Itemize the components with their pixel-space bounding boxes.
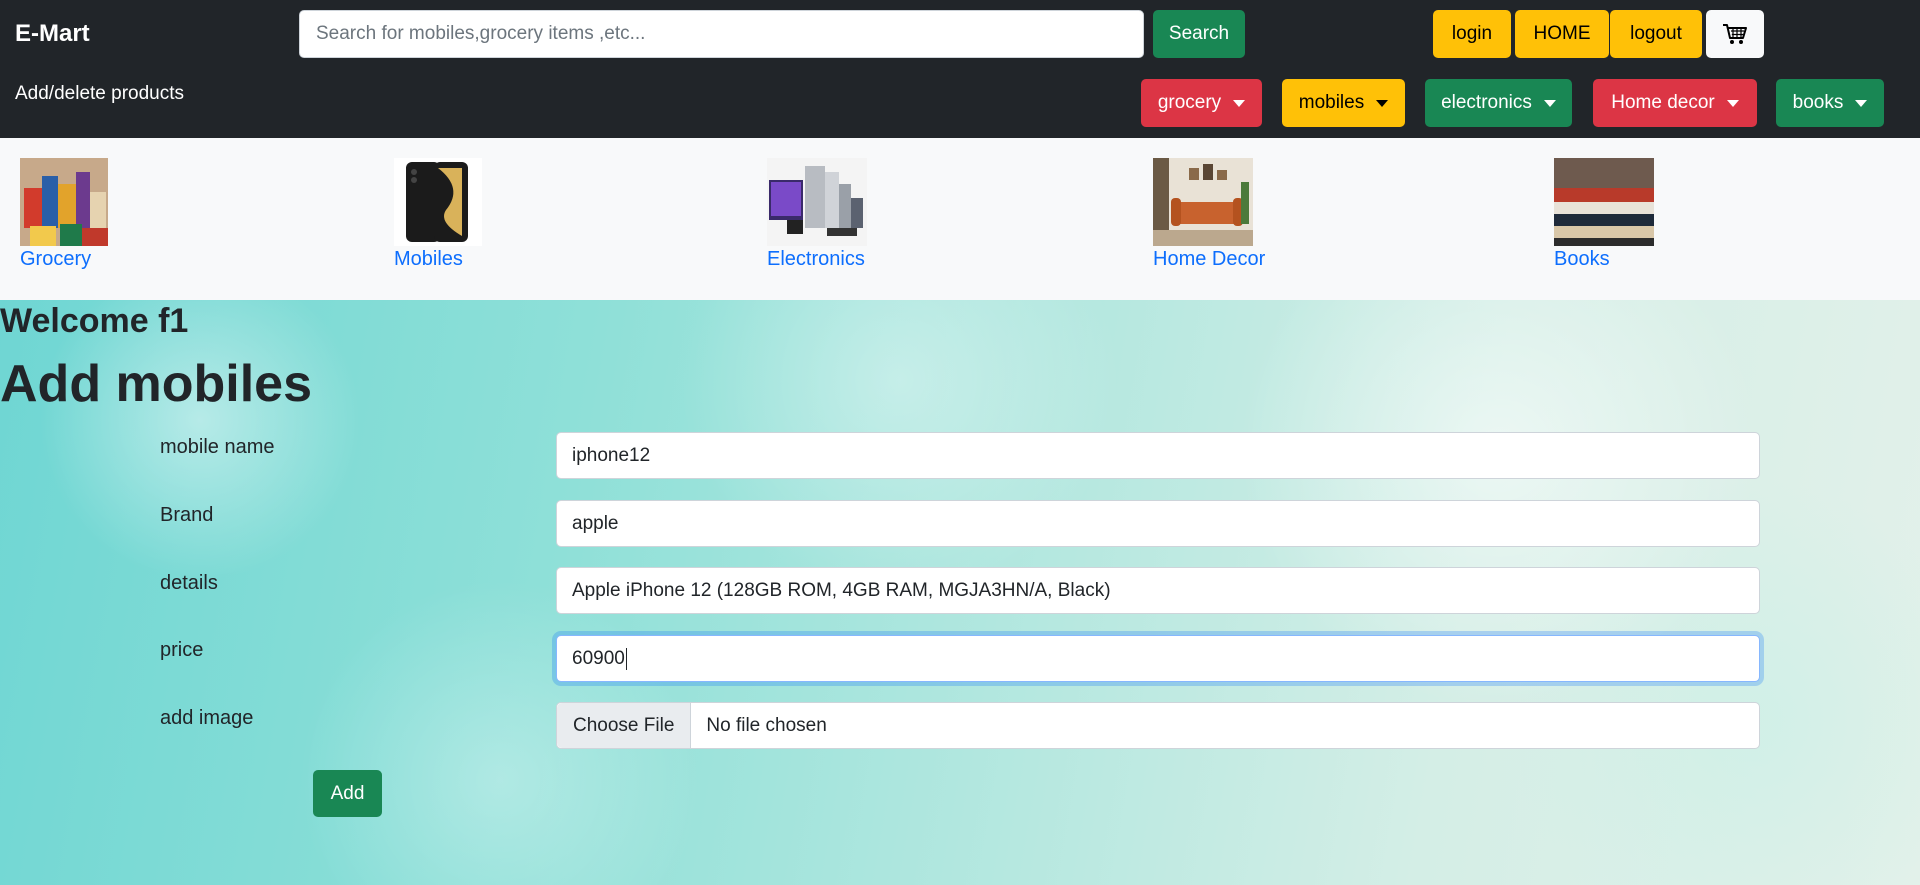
brand-value: apple [572,512,619,534]
mobile-name-label: mobile name [160,436,275,458]
logout-button[interactable]: logout [1610,10,1702,58]
add-button[interactable]: Add [313,770,382,817]
home-button[interactable]: HOME [1515,10,1609,58]
category-grocery-label: Grocery [20,248,92,270]
welcome-heading: Welcome f1 [0,302,189,340]
electronics-dropdown-label: electronics [1441,92,1532,113]
books-dropdown[interactable]: books [1776,79,1884,127]
login-button[interactable]: login [1433,10,1511,58]
caret-down-icon [1726,99,1739,107]
mobiles-image [394,158,482,246]
choose-file-button[interactable]: Choose File [557,703,692,748]
category-electronics[interactable]: Electronics [767,158,867,271]
caret-down-icon [1855,99,1868,107]
category-books[interactable]: Books [1554,158,1654,271]
category-home-decor-label: Home Decor [1153,248,1266,270]
cart-button[interactable] [1706,10,1764,58]
grocery-image [20,158,108,246]
page-title: Add mobiles [0,355,313,413]
top-navbar: E-Mart Add/delete products Search login … [0,0,1920,138]
price-field[interactable]: 60900 [556,635,1760,682]
image-file-input[interactable]: Choose File No file chosen [556,702,1760,749]
price-label: price [160,639,204,661]
text-cursor [625,647,627,670]
books-dropdown-label: books [1792,92,1844,113]
grocery-dropdown[interactable]: grocery [1141,79,1262,127]
home-decor-dropdown[interactable]: Home decor [1593,79,1757,127]
category-home-decor[interactable]: Home Decor [1153,158,1265,271]
electronics-image [767,158,867,246]
mobile-name-field[interactable]: iphone12 [556,432,1760,479]
search-button[interactable]: Search [1153,10,1245,58]
caret-down-icon [1376,99,1389,107]
mobiles-dropdown[interactable]: mobiles [1282,79,1405,127]
category-electronics-label: Electronics [767,248,865,270]
details-field[interactable]: Apple iPhone 12 (128GB ROM, 4GB RAM, MGJ… [556,567,1760,614]
caret-down-icon [1543,99,1556,107]
grocery-dropdown-label: grocery [1157,92,1222,113]
add-delete-products-link[interactable]: Add/delete products [15,83,184,105]
brand-logo[interactable]: E-Mart [15,20,90,48]
category-mobiles-label: Mobiles [394,248,463,270]
details-label: details [160,572,218,594]
brand-label: Brand [160,504,214,526]
mobile-name-value: iphone12 [572,444,651,466]
home-decor-image [1153,158,1253,246]
category-books-label: Books [1554,248,1610,270]
mobiles-dropdown-label: mobiles [1298,92,1365,113]
add-image-label: add image [160,707,254,729]
caret-down-icon [1233,99,1246,107]
brand-field[interactable]: apple [556,500,1760,547]
category-mobiles[interactable]: Mobiles [394,158,482,271]
books-image [1554,158,1654,246]
electronics-dropdown[interactable]: electronics [1425,79,1572,127]
category-grocery[interactable]: Grocery [20,158,108,271]
cart-icon [1723,24,1747,44]
details-value: Apple iPhone 12 (128GB ROM, 4GB RAM, MGJ… [572,579,1111,601]
home-decor-dropdown-label: Home decor [1611,92,1715,113]
search-input[interactable] [299,10,1144,58]
price-value: 60900 [572,647,625,669]
file-status: No file chosen [706,714,827,736]
